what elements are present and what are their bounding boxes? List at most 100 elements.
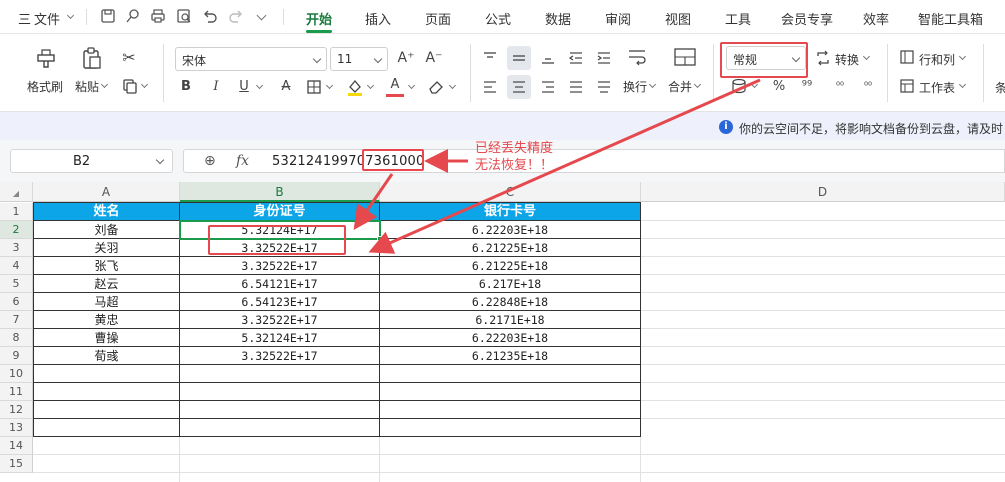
tab-data[interactable]: 数据 (545, 9, 571, 28)
file-menu-chevron-icon[interactable] (66, 11, 75, 20)
quick-access-more-icon[interactable] (256, 10, 267, 21)
cut-icon[interactable]: ✂ (120, 50, 138, 66)
font-color-chevron-icon[interactable] (407, 81, 416, 90)
column-header-a[interactable]: A (33, 182, 180, 202)
table-cell[interactable]: 赵云 (34, 275, 180, 293)
tab-formulas[interactable]: 公式 (485, 9, 511, 28)
empty-cell[interactable] (180, 383, 380, 401)
save-icon[interactable] (100, 8, 116, 24)
thousands-separator-icon[interactable]: ⁹⁹ (800, 79, 814, 95)
table-cell[interactable]: 3.32522E+17 (180, 311, 380, 329)
borders-icon[interactable] (306, 79, 322, 95)
print-icon[interactable] (150, 8, 166, 24)
justify-icon[interactable] (568, 79, 584, 95)
paste-button[interactable]: 粘贴 (75, 78, 99, 95)
tab-insert[interactable]: 插入 (365, 9, 391, 28)
conditional-format-button[interactable]: 条 (995, 79, 1005, 96)
cell-b1[interactable]: 身份证号 (180, 203, 380, 221)
rows-columns-icon[interactable] (899, 49, 915, 65)
table-cell[interactable]: 曹操 (34, 329, 180, 347)
column-header-b[interactable]: B (180, 182, 380, 202)
share-icon[interactable] (125, 8, 141, 24)
row-header[interactable]: 11 (0, 383, 33, 401)
empty-cell[interactable] (34, 401, 180, 419)
strikethrough-icon[interactable]: A (278, 79, 294, 95)
convert-button[interactable]: 转换 (835, 51, 859, 68)
convert-icon[interactable] (815, 50, 831, 66)
underline-chevron-icon[interactable] (255, 81, 264, 90)
paste-icon[interactable] (80, 46, 104, 70)
distributed-align-icon[interactable] (596, 79, 612, 95)
row-header[interactable]: 3 (0, 239, 33, 257)
eraser-icon[interactable] (427, 79, 445, 95)
tab-efficiency[interactable]: 效率 (863, 9, 889, 28)
tab-member[interactable]: 会员专享 (781, 9, 833, 28)
worksheet-icon[interactable] (899, 78, 915, 94)
table-cell[interactable]: 5.32124E+17 (180, 329, 380, 347)
align-left-icon[interactable] (482, 79, 498, 95)
row-header[interactable]: 2 (0, 221, 33, 239)
empty-cell[interactable] (380, 365, 641, 383)
table-cell[interactable]: 刘备 (34, 221, 180, 239)
empty-cell[interactable] (180, 419, 380, 437)
cell-a1[interactable]: 姓名 (34, 203, 180, 221)
wrap-text-button[interactable]: 换行 (623, 78, 647, 95)
worksheet-button[interactable]: 工作表 (919, 79, 955, 96)
rows-columns-button[interactable]: 行和列 (919, 51, 955, 68)
font-color-icon[interactable]: A (387, 77, 403, 93)
table-cell[interactable]: 张飞 (34, 257, 180, 275)
table-cell[interactable]: 6.54121E+17 (180, 275, 380, 293)
column-header-d[interactable]: D (641, 182, 1005, 202)
table-cell[interactable]: 关羽 (34, 239, 180, 257)
tab-smart-toolbox[interactable]: 智能工具箱 (918, 9, 983, 28)
borders-chevron-icon[interactable] (325, 81, 334, 90)
undo-icon[interactable] (202, 8, 218, 24)
formula-input[interactable]: ⊕ fx 532124199707361000 (183, 149, 1005, 173)
row-header[interactable]: 13 (0, 419, 33, 437)
empty-cell[interactable] (180, 401, 380, 419)
table-cell[interactable]: 6.21225E+18 (380, 239, 641, 257)
increase-font-icon[interactable]: A⁺ (397, 50, 415, 66)
copy-icon[interactable] (122, 78, 138, 94)
zoom-icon[interactable]: ⊕ (204, 153, 216, 169)
table-cell[interactable]: 黄忠 (34, 311, 180, 329)
row-header[interactable]: 14 (0, 437, 33, 455)
row-header[interactable]: 12 (0, 401, 33, 419)
eraser-chevron-icon[interactable] (448, 81, 457, 90)
merge-cells-button[interactable]: 合并 (668, 78, 692, 95)
currency-format-icon[interactable] (731, 78, 747, 94)
copy-chevron-icon[interactable] (140, 80, 149, 89)
wrap-text-chevron-icon[interactable] (648, 80, 657, 89)
table-cell[interactable]: 荀彧 (34, 347, 180, 365)
print-preview-icon[interactable] (176, 8, 192, 24)
align-center-icon[interactable] (511, 79, 527, 95)
increase-decimal-icon[interactable]: ⁰⁰ (832, 79, 848, 95)
empty-cell[interactable] (380, 383, 641, 401)
cell-c1[interactable]: 银行卡号 (380, 203, 641, 221)
row-header[interactable]: 7 (0, 311, 33, 329)
fill-color-chevron-icon[interactable] (366, 81, 375, 90)
table-cell[interactable]: 6.2171E+18 (380, 311, 641, 329)
align-middle-icon[interactable] (511, 50, 527, 66)
insert-function-icon[interactable]: fx (236, 153, 249, 169)
format-painter-button[interactable]: 格式刷 (27, 78, 63, 95)
font-size-select[interactable]: 11 (330, 47, 388, 71)
wrap-text-icon[interactable] (626, 46, 648, 68)
tab-tools[interactable]: 工具 (725, 9, 751, 28)
tab-home[interactable]: 开始 (306, 9, 332, 28)
fill-color-icon[interactable] (346, 78, 364, 96)
decrease-font-icon[interactable]: A⁻ (425, 50, 443, 66)
align-right-icon[interactable] (540, 79, 556, 95)
row-header[interactable]: 15 (0, 455, 33, 473)
row-header[interactable]: 10 (0, 365, 33, 383)
table-cell[interactable]: 6.217E+18 (380, 275, 641, 293)
font-name-select[interactable]: 宋体 (175, 47, 327, 71)
file-menu[interactable]: 文件 (34, 9, 60, 28)
percent-format-icon[interactable]: % (771, 79, 787, 95)
table-cell[interactable]: 6.21235E+18 (380, 347, 641, 365)
table-cell[interactable]: 6.21225E+18 (380, 257, 641, 275)
row-header[interactable]: 9 (0, 347, 33, 365)
table-cell[interactable]: 6.22203E+18 (380, 221, 641, 239)
align-bottom-icon[interactable] (540, 50, 556, 66)
column-header-c[interactable]: C (380, 182, 641, 202)
